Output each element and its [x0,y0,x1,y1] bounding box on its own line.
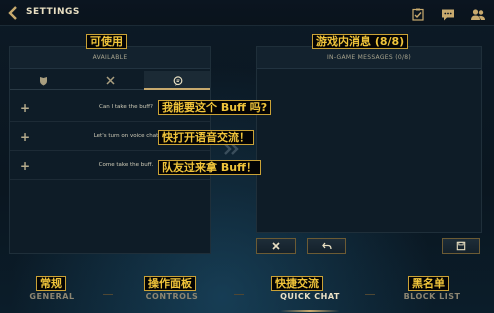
tab-block-list-label: BLOCK LIST [403,292,461,301]
available-messages-panel: AVAILABLE + Can I take the buff? + Let's… [9,46,211,254]
swords-icon [106,76,115,85]
message-translation-label: 快打开语音交流！ [158,130,254,145]
undo-button[interactable] [307,238,346,254]
chat-emote-icon [173,76,183,86]
tab-shield[interactable] [10,71,76,90]
active-tab-indicator [280,310,340,312]
controls-translation-label: 操作面板 [144,276,196,291]
friends-icon[interactable] [470,6,485,20]
tab-quick-chat-label: QUICK CHAT [280,292,340,301]
tab-controls-label: CONTROLS [145,292,199,301]
message-translation-label: 队友过来拿 Buff！ [158,160,261,175]
save-disk-icon [456,241,466,251]
in-game-messages-translation-label: 游戏内消息 (8/8) [312,34,409,49]
header-bar: SETTINGS [0,0,494,26]
nav-divider [234,294,244,295]
message-category-tabs [10,71,210,90]
page-title: SETTINGS [26,7,80,17]
x-icon [272,242,280,250]
available-translation-label: 可使用 [86,34,127,49]
checklist-icon[interactable] [411,6,425,21]
add-icon[interactable]: + [20,130,30,144]
tab-swords[interactable] [77,71,143,90]
block-list-translation-label: 黑名单 [408,276,449,291]
in-game-messages-header: IN-GAME MESSAGES (0/8) [257,47,481,69]
add-icon[interactable]: + [20,159,30,173]
back-arrow-icon[interactable] [6,5,20,21]
save-button[interactable] [442,238,480,254]
shield-icon [40,77,47,86]
settings-screen: SETTINGS AVAILABLE + Can I take the buff… [0,0,494,313]
delete-button[interactable] [256,238,296,254]
tab-chat-emote[interactable] [144,71,210,90]
message-translation-label: 我能要这个 Buff 吗? [158,100,272,115]
in-game-messages-panel: IN-GAME MESSAGES (0/8) [256,46,482,233]
available-header: AVAILABLE [10,47,210,69]
chat-bubble-icon[interactable] [441,6,455,21]
quick-chat-translation-label: 快捷交流 [271,276,323,291]
general-translation-label: 常规 [36,276,66,291]
tab-general-label: GENERAL [29,292,75,301]
nav-divider [365,294,375,295]
undo-arrow-icon [321,242,332,250]
nav-divider [103,294,113,295]
add-icon[interactable]: + [20,101,30,115]
